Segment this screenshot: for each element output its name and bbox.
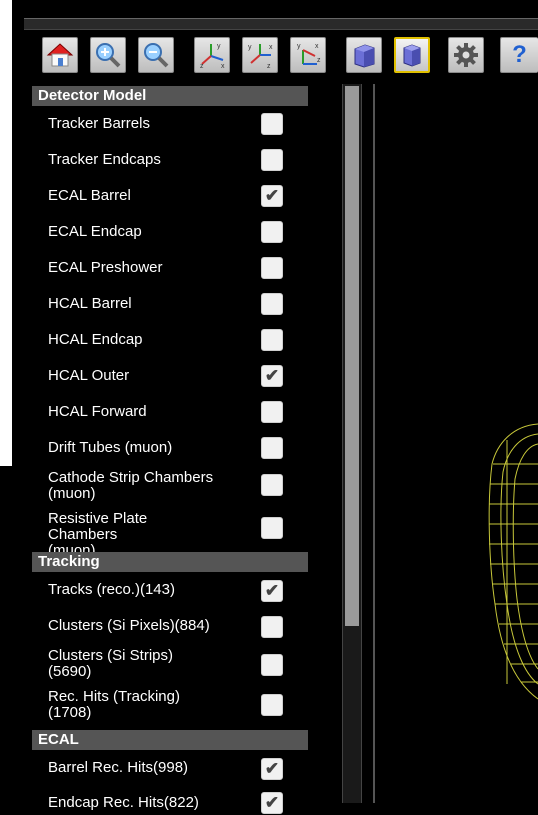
svg-text:z: z: [317, 57, 321, 64]
list-item-drift-tubes[interactable]: Drift Tubes (muon): [48, 436, 338, 460]
title-bar: [24, 18, 538, 30]
item-label: Endcap Rec. Hits(822): [48, 794, 199, 811]
item-label: Cathode Strip Chambers (muon): [48, 469, 214, 502]
perspective-button[interactable]: [346, 37, 382, 73]
help-icon: ?: [512, 41, 527, 68]
checkbox-clusters-si-strips[interactable]: [261, 654, 283, 676]
checkbox-tracker-barrels[interactable]: [261, 113, 283, 135]
list-item-tracks-reco[interactable]: Tracks (reco.)(143) ✔: [48, 578, 338, 602]
gear-icon: [451, 40, 481, 70]
checkbox-cathode-strip-chambers[interactable]: [261, 474, 283, 496]
checkbox-rec-hits-tracking[interactable]: [261, 694, 283, 716]
svg-text:y: y: [217, 43, 221, 50]
svg-text:z: z: [200, 63, 204, 70]
help-button[interactable]: ?: [500, 37, 538, 73]
view-yz-button[interactable]: y x z: [290, 37, 326, 73]
list-item-rec-hits-tracking[interactable]: Rec. Hits (Tracking) (1708): [48, 688, 338, 726]
list-item-clusters-si-pixels[interactable]: Clusters (Si Pixels)(884): [48, 614, 338, 638]
svg-text:z: z: [267, 63, 271, 70]
checkbox-hcal-barrel[interactable]: [261, 293, 283, 315]
axes-zx-view-icon: y x z: [245, 40, 275, 70]
list-item-clusters-si-strips[interactable]: Clusters (Si Strips) (5690): [48, 646, 338, 684]
item-label: ECAL Endcap: [48, 223, 142, 240]
item-label: HCAL Outer: [48, 367, 130, 384]
svg-text:x: x: [221, 63, 225, 70]
section-header-ecal: ECAL: [32, 730, 308, 750]
perspective-cube-icon: [349, 40, 379, 70]
detector-wireframe: [488, 423, 538, 700]
axes-yz-view-icon: y x z: [293, 40, 323, 70]
checkbox-resistive-plate-chambers[interactable]: [261, 517, 283, 539]
list-item-tracker-barrels[interactable]: Tracker Barrels: [48, 112, 338, 136]
zoom-in-icon: [93, 40, 123, 70]
orthographic-button[interactable]: [394, 37, 430, 73]
item-label: ECAL Barrel: [48, 187, 131, 204]
item-label: HCAL Forward: [48, 403, 147, 420]
zoom-out-button[interactable]: [138, 37, 174, 73]
section-header-tracking: Tracking: [32, 552, 308, 572]
panel-divider[interactable]: [373, 84, 375, 803]
item-label: Clusters (Si Pixels)(884): [48, 617, 210, 634]
list-item-hcal-barrel[interactable]: HCAL Barrel: [48, 292, 338, 316]
checkbox-hcal-forward[interactable]: [261, 401, 283, 423]
checkbox-hcal-endcap[interactable]: [261, 329, 283, 351]
item-label: Rec. Hits (Tracking) (1708): [48, 688, 180, 721]
settings-button[interactable]: [448, 37, 484, 73]
axes-xyz-view-icon: y x z: [197, 40, 227, 70]
checkbox-drift-tubes[interactable]: [261, 437, 283, 459]
checkbox-ecal-endcap[interactable]: [261, 221, 283, 243]
section-header-detector-model: Detector Model: [32, 86, 308, 106]
list-item-ecal-barrel[interactable]: ECAL Barrel ✔: [48, 184, 338, 208]
zoom-in-button[interactable]: [90, 37, 126, 73]
item-label: Tracks (reco.)(143): [48, 581, 175, 598]
home-icon: [45, 40, 75, 70]
checkbox-clusters-si-pixels[interactable]: [261, 616, 283, 638]
item-label: ECAL Preshower: [48, 259, 163, 276]
item-label: HCAL Endcap: [48, 331, 143, 348]
list-item-hcal-endcap[interactable]: HCAL Endcap: [48, 328, 338, 352]
home-button[interactable]: [42, 37, 78, 73]
checkbox-tracker-endcaps[interactable]: [261, 149, 283, 171]
item-label: Tracker Barrels: [48, 115, 150, 132]
checkbox-ecal-barrel[interactable]: ✔: [261, 185, 283, 207]
list-item-resistive-plate-chambers[interactable]: Resistive Plate Chambers (muon): [48, 510, 338, 559]
view-xyz-button[interactable]: y x z: [194, 37, 230, 73]
list-item-tracker-endcaps[interactable]: Tracker Endcaps: [48, 148, 338, 172]
list-item-hcal-forward[interactable]: HCAL Forward: [48, 400, 338, 424]
checkbox-hcal-outer[interactable]: ✔: [261, 365, 283, 387]
list-item-cathode-strip-chambers[interactable]: Cathode Strip Chambers (muon): [48, 468, 338, 506]
zoom-out-icon: [141, 40, 171, 70]
list-item-hcal-outer[interactable]: HCAL Outer ✔: [48, 364, 338, 388]
view-zx-button[interactable]: y x z: [242, 37, 278, 73]
item-label: Drift Tubes (muon): [48, 439, 173, 456]
toolbar: y x z y x z y x z ?: [24, 32, 538, 82]
item-label: Tracker Endcaps: [48, 151, 161, 168]
svg-text:y: y: [248, 44, 252, 51]
list-item-ecal-preshower[interactable]: ECAL Preshower: [48, 256, 338, 280]
svg-text:x: x: [315, 43, 319, 50]
orthographic-cube-icon: [397, 40, 427, 70]
list-item-endcap-rec-hits[interactable]: Endcap Rec. Hits(822) ✔: [48, 791, 338, 815]
svg-text:x: x: [269, 44, 273, 51]
left-window-edge: [0, 0, 12, 803]
scrollbar-thumb[interactable]: [345, 86, 359, 626]
list-item-ecal-endcap[interactable]: ECAL Endcap: [48, 220, 338, 244]
checkbox-tracks-reco[interactable]: ✔: [261, 580, 283, 602]
list-item-barrel-rec-hits[interactable]: Barrel Rec. Hits(998) ✔: [48, 756, 338, 780]
3d-viewport[interactable]: [377, 84, 538, 803]
item-label: HCAL Barrel: [48, 295, 132, 312]
svg-text:y: y: [297, 43, 301, 50]
panel-scrollbar[interactable]: [342, 84, 362, 803]
item-label: Clusters (Si Strips) (5690): [48, 647, 174, 680]
item-label: Barrel Rec. Hits(998): [48, 759, 189, 776]
checkbox-endcap-rec-hits[interactable]: ✔: [261, 792, 283, 814]
checkbox-barrel-rec-hits[interactable]: ✔: [261, 758, 283, 780]
checkbox-ecal-preshower[interactable]: [261, 257, 283, 279]
